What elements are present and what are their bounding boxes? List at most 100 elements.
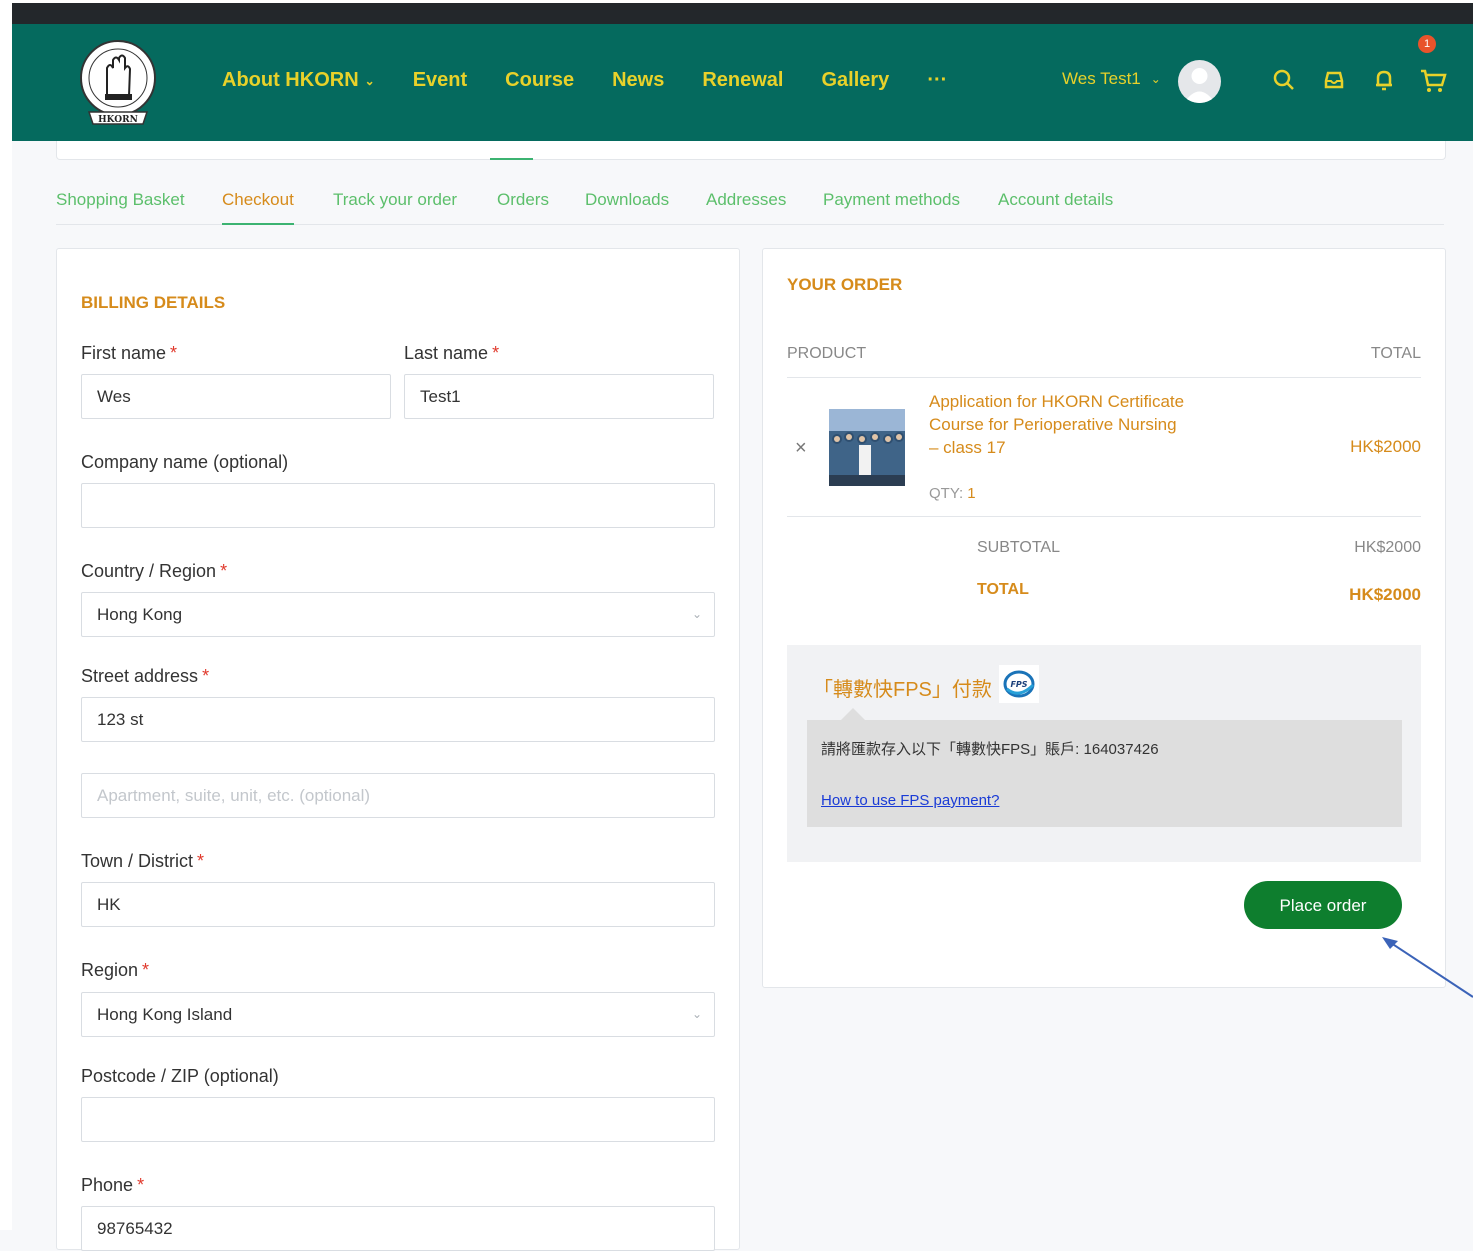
required-mark: * <box>137 1175 145 1195</box>
subtotal-label: SUBTOTAL <box>977 539 1060 556</box>
required-mark: * <box>170 343 178 363</box>
region-label-text: Region <box>81 960 139 980</box>
logo-text: HKORN <box>98 115 138 125</box>
street-label: Street address * <box>81 666 209 687</box>
street-label-text: Street address <box>81 666 199 686</box>
apartment-field[interactable]: Apartment, suite, unit, etc. (optional) <box>81 773 715 818</box>
country-select[interactable]: Hong Kong ⌄ <box>81 592 715 637</box>
town-label: Town / District * <box>81 851 204 872</box>
fps-help-link[interactable]: How to use FPS payment? <box>821 792 999 809</box>
cart-icon[interactable] <box>1419 68 1447 99</box>
required-mark: * <box>142 960 150 980</box>
country-label: Country / Region * <box>81 561 227 582</box>
billing-title: BILLING DETAILS <box>81 293 226 312</box>
phone-label-text: Phone <box>81 1175 134 1195</box>
payment-method-box: 「轉數快FPS」付款 FPS 請將匯款存入以下「轉數快FPS」賬戶: 16403… <box>787 645 1421 862</box>
chevron-down-icon: ⌄ <box>691 1007 702 1021</box>
nav-event[interactable]: Event <box>413 69 467 92</box>
chevron-down-icon: ⌄ <box>364 73 375 88</box>
order-title: YOUR ORDER <box>787 275 903 294</box>
nav-about[interactable]: About HKORN ⌄ <box>222 69 375 92</box>
required-mark: * <box>202 666 210 686</box>
tab-downloads[interactable]: Downloads <box>585 190 669 223</box>
required-mark: * <box>197 851 205 871</box>
main-nav: About HKORN ⌄ Event Course News Renewal G… <box>222 69 985 92</box>
hkorn-logo[interactable]: HKORN <box>79 38 157 126</box>
page-left-margin <box>0 0 12 1230</box>
cart-count-badge: 1 <box>1418 35 1436 53</box>
top-dark-bar <box>12 3 1473 24</box>
nav-renewal-label: Renewal <box>702 69 784 91</box>
required-mark: * <box>220 561 228 581</box>
phone-label: Phone * <box>81 1175 144 1196</box>
divider <box>787 516 1421 517</box>
total-label: TOTAL <box>977 581 1029 598</box>
annotation-arrow-icon <box>1382 937 1473 998</box>
nav-more[interactable]: ··· <box>927 69 947 92</box>
product-thumbnail[interactable] <box>829 409 905 486</box>
tab-payment-methods[interactable]: Payment methods <box>823 190 960 223</box>
divider <box>787 377 1421 378</box>
region-select[interactable]: Hong Kong Island ⌄ <box>81 992 715 1037</box>
chevron-down-icon: ⌄ <box>1150 72 1161 86</box>
nav-gallery[interactable]: Gallery <box>821 69 889 92</box>
product-total: HK$2000 <box>1350 437 1421 456</box>
user-menu[interactable]: Wes Test1 ⌄ <box>1062 69 1161 89</box>
region-label: Region * <box>81 960 149 981</box>
nav-gallery-label: Gallery <box>821 69 890 91</box>
qty-label: QTY: <box>929 485 964 502</box>
avatar[interactable] <box>1178 60 1221 103</box>
tab-addresses[interactable]: Addresses <box>706 190 786 223</box>
bell-icon[interactable] <box>1372 68 1396 97</box>
svg-text:FPS: FPS <box>1010 680 1027 689</box>
place-order-button[interactable]: Place order <box>1244 881 1402 929</box>
town-field[interactable]: HK <box>81 882 715 927</box>
fps-logo-icon: FPS <box>999 665 1039 703</box>
tab-account-details[interactable]: Account details <box>998 190 1113 223</box>
company-label: Company name (optional) <box>81 452 289 472</box>
nav-event-label: Event <box>412 69 468 91</box>
tab-orders[interactable]: Orders <box>497 190 549 223</box>
product-qty: QTY: 1 <box>929 485 976 502</box>
col-total: TOTAL <box>1370 345 1421 362</box>
last-name-label-text: Last name <box>404 343 489 363</box>
site-header: HKORN About HKORN ⌄ Event Course News Ren… <box>12 24 1473 141</box>
nav-course[interactable]: Course <box>505 69 574 92</box>
top-card <box>56 141 1446 160</box>
postcode-field[interactable] <box>81 1097 715 1142</box>
tab-checkout[interactable]: Checkout <box>222 190 294 225</box>
nav-news-label: News <box>612 69 665 91</box>
nav-news[interactable]: News <box>612 69 664 92</box>
user-name: Wes Test1 <box>1062 69 1141 88</box>
first-name-field[interactable]: Wes <box>81 374 391 419</box>
top-card-indicator <box>490 158 533 160</box>
product-name-link[interactable]: Application for HKORN Certificate Course… <box>929 390 1189 459</box>
nav-about-label: About HKORN <box>222 69 359 91</box>
street-address-field[interactable]: 123 st <box>81 697 715 742</box>
country-value: Hong Kong <box>97 605 183 624</box>
billing-panel: BILLING DETAILS First name * Wes Last nam… <box>56 248 740 1251</box>
qty-value: 1 <box>967 485 976 502</box>
tab-shopping-basket[interactable]: Shopping Basket <box>56 190 185 223</box>
payment-method-title[interactable]: 「轉數快FPS」付款 <box>813 673 992 702</box>
info-arrow <box>841 708 865 720</box>
remove-item-button[interactable]: × <box>795 437 807 460</box>
total-value: HK$2000 <box>1349 585 1421 604</box>
last-name-label: Last name * <box>404 343 499 364</box>
payment-info: 請將匯款存入以下「轉數快FPS」賬戶: 164037426 How to use… <box>807 720 1402 827</box>
nav-course-label: Course <box>505 69 575 91</box>
last-name-field[interactable]: Test1 <box>404 374 714 419</box>
col-product: PRODUCT <box>787 345 867 362</box>
search-icon[interactable] <box>1272 68 1296 97</box>
order-panel: YOUR ORDER PRODUCT TOTAL × Application f… <box>762 248 1446 988</box>
inbox-icon[interactable] <box>1322 68 1346 97</box>
payment-instruction: 請將匯款存入以下「轉數快FPS」賬戶: 164037426 <box>821 741 1159 758</box>
company-field[interactable] <box>81 483 715 528</box>
phone-field[interactable]: 98765432 <box>81 1206 715 1251</box>
tab-track-order[interactable]: Track your order <box>333 190 457 223</box>
more-icon: ··· <box>927 69 948 91</box>
required-mark: * <box>492 343 500 363</box>
nav-renewal[interactable]: Renewal <box>702 69 783 92</box>
subtotal-value: HK$2000 <box>1354 539 1421 556</box>
account-tabs: Shopping Basket Checkout Track your orde… <box>56 190 1444 225</box>
